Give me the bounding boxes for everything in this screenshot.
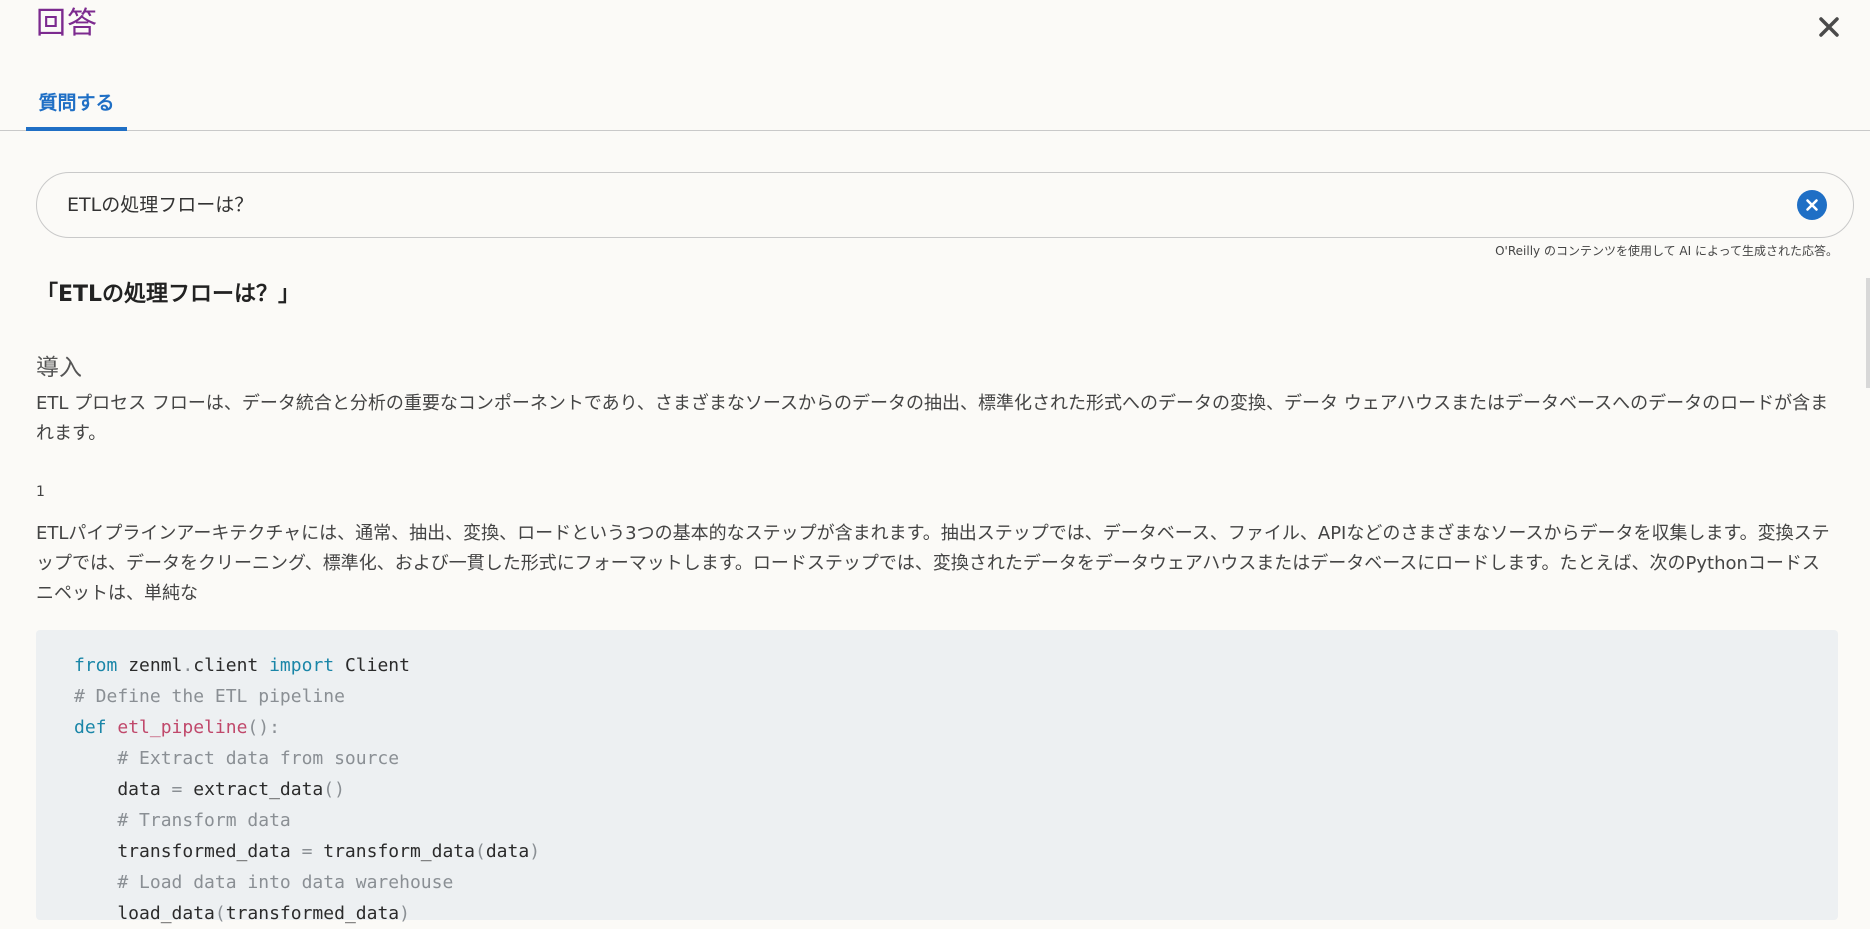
code-line: load_data(transformed_data) [74,903,410,924]
dialog-title: 回答 [36,6,98,41]
active-tab-indicator [26,127,127,131]
ai-disclaimer: O'Reilly のコンテンツを使用して AI によって生成された応答。 [1495,244,1838,258]
close-icon [1819,17,1839,37]
answer-paragraph-pipeline: ETLパイプラインアーキテクチャには、通常、抽出、変換、ロードという3つの基本的… [36,523,1830,604]
code-comment-line: # Extract data from source [74,748,400,769]
code-comment-line: # Transform data [74,810,291,831]
tab-bar: 質問する [0,72,1870,131]
reference-number[interactable]: 1 [36,484,45,500]
answer-question-title: 「ETLの処理フローは？」 [36,282,301,307]
section-heading-intro: 導入 [36,355,82,381]
clear-circle-icon [1806,199,1818,211]
answer-paragraph-intro: ETL プロセス フローは、データ統合と分析の重要なコンポーネントであり、さまざ… [36,393,1829,444]
close-button[interactable] [1812,10,1846,44]
code-block: from zenml.client import Client # Define … [36,630,1838,924]
code-comment-line: # Define the ETL pipeline [74,686,345,707]
question-input[interactable]: ETLの処理フローは？ [67,173,253,237]
code-line: data = extract_data() [74,779,345,800]
clear-input-button[interactable] [1797,190,1827,220]
code-line: from zenml.client import Client [74,655,410,676]
code-line: def etl_pipeline(): [74,717,280,738]
question-input-box[interactable]: ETLの処理フローは？ [36,172,1854,238]
code-line: transformed_data = transform_data(data) [74,841,541,862]
code-comment-line: # Load data into data warehouse [74,872,454,893]
dialog-header: 回答 [0,0,1870,60]
tab-ask-question[interactable]: 質問する [26,72,127,131]
scrollbar[interactable] [1866,278,1870,388]
